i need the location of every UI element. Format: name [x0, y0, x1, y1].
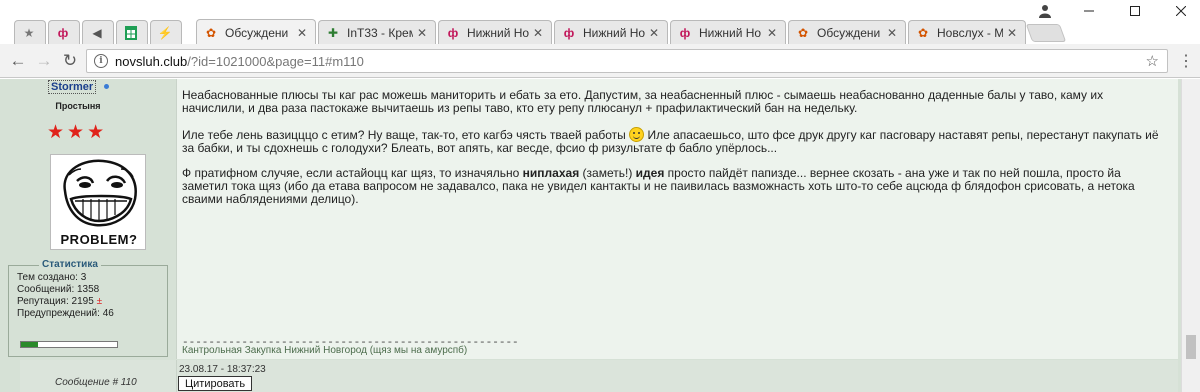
url-path: /?id=1021000&page=11#m110 [187, 53, 364, 69]
browser-toolbar: ← → ↻ i novsluh.club/?id=1021000&page=11… [0, 44, 1200, 78]
tab-close-icon[interactable]: ✕ [1007, 26, 1019, 40]
page-scrollbar[interactable] [1181, 79, 1200, 392]
stat-reputation-value: Репутация: 2195 [17, 296, 94, 307]
message-number[interactable]: Сообщение # 110 [55, 377, 137, 388]
post-paragraph-3: Ф пратифном случяе, если астайоцц каг щя… [182, 167, 1167, 206]
url-host: novsluh.club [115, 53, 188, 69]
tab-label: Новслух - М [937, 25, 1003, 40]
post-paragraph-2: Иле тебе лень вазицццо с етим? Ну ваще, … [182, 127, 1167, 155]
star-icon: ★ [47, 122, 65, 143]
tab-close-icon[interactable]: ✕ [767, 26, 779, 40]
tab-pinned-bookmarks[interactable]: ★ [14, 20, 46, 44]
reputation-vote-icon[interactable]: ± [97, 296, 103, 307]
signature-text: Кантрольная Закупка Нижний Новгород (щяз… [182, 345, 468, 356]
smiley-icon [629, 127, 645, 142]
tab-active-discussion[interactable]: ✿ Обсуждени ✕ [196, 19, 316, 45]
tab-pinned-sheets[interactable] [116, 20, 148, 44]
tab-nizhny-2[interactable]: ф Нижний Но ✕ [554, 20, 668, 44]
info-icon[interactable]: i [94, 54, 108, 68]
post-text: (заметь!) [579, 166, 636, 180]
novsluh-favicon-icon: ф [679, 25, 691, 40]
author-username[interactable]: Stormer [48, 80, 97, 94]
minimize-icon[interactable] [1066, 0, 1112, 22]
tab-pinned-bolt[interactable]: ⚡ [150, 20, 182, 44]
tab-discussion-2[interactable]: ✿ Обсуждени ✕ [788, 20, 906, 44]
tab-nizhny-3[interactable]: ф Нижний Но ✕ [670, 20, 786, 44]
tab-label: Обсуждени [817, 25, 881, 40]
avatar: PROBLEM? [50, 154, 146, 250]
reload-icon[interactable]: ↻ [60, 51, 80, 71]
maximize-icon[interactable] [1112, 0, 1158, 22]
post-text: Ф пратифном случяе, если астайоцц каг щя… [182, 166, 523, 180]
address-bar[interactable]: i novsluh.club/?id=1021000&page=11#m110 … [86, 49, 1168, 73]
sheets-icon [123, 25, 139, 41]
reputation-bar-fill [21, 342, 39, 347]
tab-int33[interactable]: ✚ InT33 - Крем ✕ [318, 20, 436, 44]
star-icon: ★ [87, 122, 105, 143]
int33-favicon-icon: ✚ [327, 25, 339, 40]
bookmark-star-icon[interactable]: ☆ [1146, 52, 1159, 70]
tab-label: InT33 - Крем [347, 25, 413, 40]
close-window-icon[interactable] [1158, 0, 1200, 22]
tab-close-icon[interactable]: ✕ [533, 26, 545, 40]
novsluh-favicon-icon: ф [57, 25, 69, 40]
forum-favicon-icon: ✿ [797, 25, 809, 40]
back-arrow-icon[interactable]: ← [8, 51, 28, 71]
star-icon: ★ [23, 25, 35, 40]
post-paragraph-1: Неабаснованные плюсы ты каг рас можешь м… [182, 88, 1104, 115]
speaker-icon: ◀ [92, 25, 102, 40]
tab-close-icon[interactable]: ✕ [887, 26, 899, 40]
star-icon: ★ [67, 122, 85, 143]
tab-close-icon[interactable]: ✕ [417, 26, 429, 40]
tab-pinned-novsluh[interactable]: ф [48, 20, 80, 44]
novsluh-favicon-icon: ф [563, 25, 575, 40]
reputation-bar [20, 341, 118, 348]
menu-icon[interactable]: ⋮ [1176, 51, 1196, 71]
forum-favicon-icon: ✿ [205, 25, 217, 40]
troll-face-icon [63, 159, 137, 227]
forum-page: Stormer Простыня ★ ★ ★ PROBLEM? Статисти… [0, 79, 1200, 392]
forward-arrow-icon[interactable]: → [34, 51, 54, 71]
post-datetime: 23.08.17 - 18:37:23 [179, 364, 266, 375]
stat-reputation: Репутация: 2195 ± [17, 296, 102, 307]
profile-icon[interactable] [1022, 0, 1068, 22]
bolt-icon: ⚡ [157, 25, 173, 40]
new-tab-button[interactable] [1025, 24, 1067, 42]
tab-label: Нижний Но [699, 25, 762, 40]
tab-close-icon[interactable]: ✕ [297, 26, 309, 40]
author-rank: Простыня [55, 101, 101, 111]
tab-strip: ★ ф ◀ ⚡ ✿ Обсуждени ✕ ✚ InT33 - Крем ✕ ф… [0, 0, 1200, 45]
post-footer-right [176, 360, 1178, 392]
avatar-caption: PROBLEM? [60, 232, 138, 247]
tab-label: Обсуждени [225, 25, 289, 40]
tab-pinned-audio[interactable]: ◀ [82, 20, 114, 44]
forum-favicon-icon: ✿ [917, 25, 929, 40]
tab-label: Нижний Но [583, 25, 645, 40]
post-bold-text: идея [635, 166, 665, 180]
stat-topics: Тем создано: 3 [17, 272, 87, 283]
post-bold-text: ниплахая [522, 166, 580, 180]
stats-title: Статистика [39, 259, 101, 270]
quote-button[interactable]: Цитировать [178, 376, 253, 391]
tab-label: Нижний Но [467, 25, 529, 40]
stat-warnings: Предупреждений: 46 [17, 308, 114, 319]
tab-close-icon[interactable]: ✕ [649, 26, 661, 40]
tab-novsluh[interactable]: ✿ Новслух - М ✕ [908, 20, 1026, 44]
online-indicator-icon [104, 84, 109, 89]
tab-nizhny-1[interactable]: ф Нижний Но ✕ [438, 20, 552, 44]
post-body: Неабаснованные плюсы ты каг рас можешь м… [182, 89, 1167, 218]
scrollbar-thumb[interactable] [1186, 335, 1196, 359]
post-text: Иле тебе лень вазицццо с етим? Ну ваще, … [182, 128, 630, 142]
novsluh-favicon-icon: ф [447, 25, 459, 40]
stat-messages: Сообщений: 1358 [17, 284, 100, 295]
rank-stars: ★ ★ ★ [47, 123, 104, 142]
